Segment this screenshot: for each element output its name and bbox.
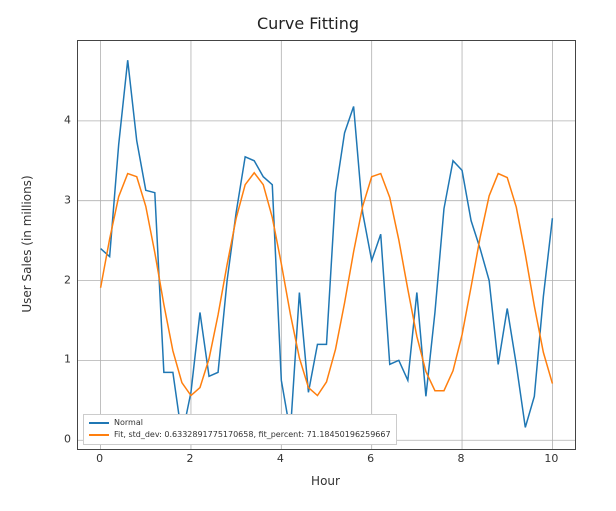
y-tick-label: 2 [11, 273, 71, 286]
x-axis-label: Hour [77, 474, 574, 488]
x-tick-label: 6 [356, 452, 386, 465]
legend-swatch-normal [89, 422, 109, 424]
legend-swatch-fit [89, 434, 109, 436]
legend-label: Normal [114, 417, 143, 429]
x-tick-label: 8 [446, 452, 476, 465]
y-tick-label: 3 [11, 193, 71, 206]
x-tick-label: 4 [265, 452, 295, 465]
legend-entry-fit: Fit, std_dev: 0.6332891775170658, fit_pe… [89, 429, 391, 441]
y-tick-label: 1 [11, 353, 71, 366]
plot-svg [78, 41, 575, 449]
y-axis-label: User Sales (in millions) [20, 40, 34, 448]
chart-title: Curve Fitting [0, 14, 616, 33]
series-fit [101, 173, 553, 396]
x-tick-label: 10 [536, 452, 566, 465]
plot-area [77, 40, 576, 450]
x-tick-label: 0 [85, 452, 115, 465]
y-tick-label: 4 [11, 113, 71, 126]
x-tick-label: 2 [175, 452, 205, 465]
legend-entry-normal: Normal [89, 417, 391, 429]
legend-label: Fit, std_dev: 0.6332891775170658, fit_pe… [114, 429, 391, 441]
figure: Curve Fitting User Sales (in millions) 0… [0, 0, 616, 511]
legend: Normal Fit, std_dev: 0.6332891775170658,… [83, 414, 397, 445]
y-tick-label: 0 [11, 433, 71, 446]
grid [78, 41, 575, 449]
